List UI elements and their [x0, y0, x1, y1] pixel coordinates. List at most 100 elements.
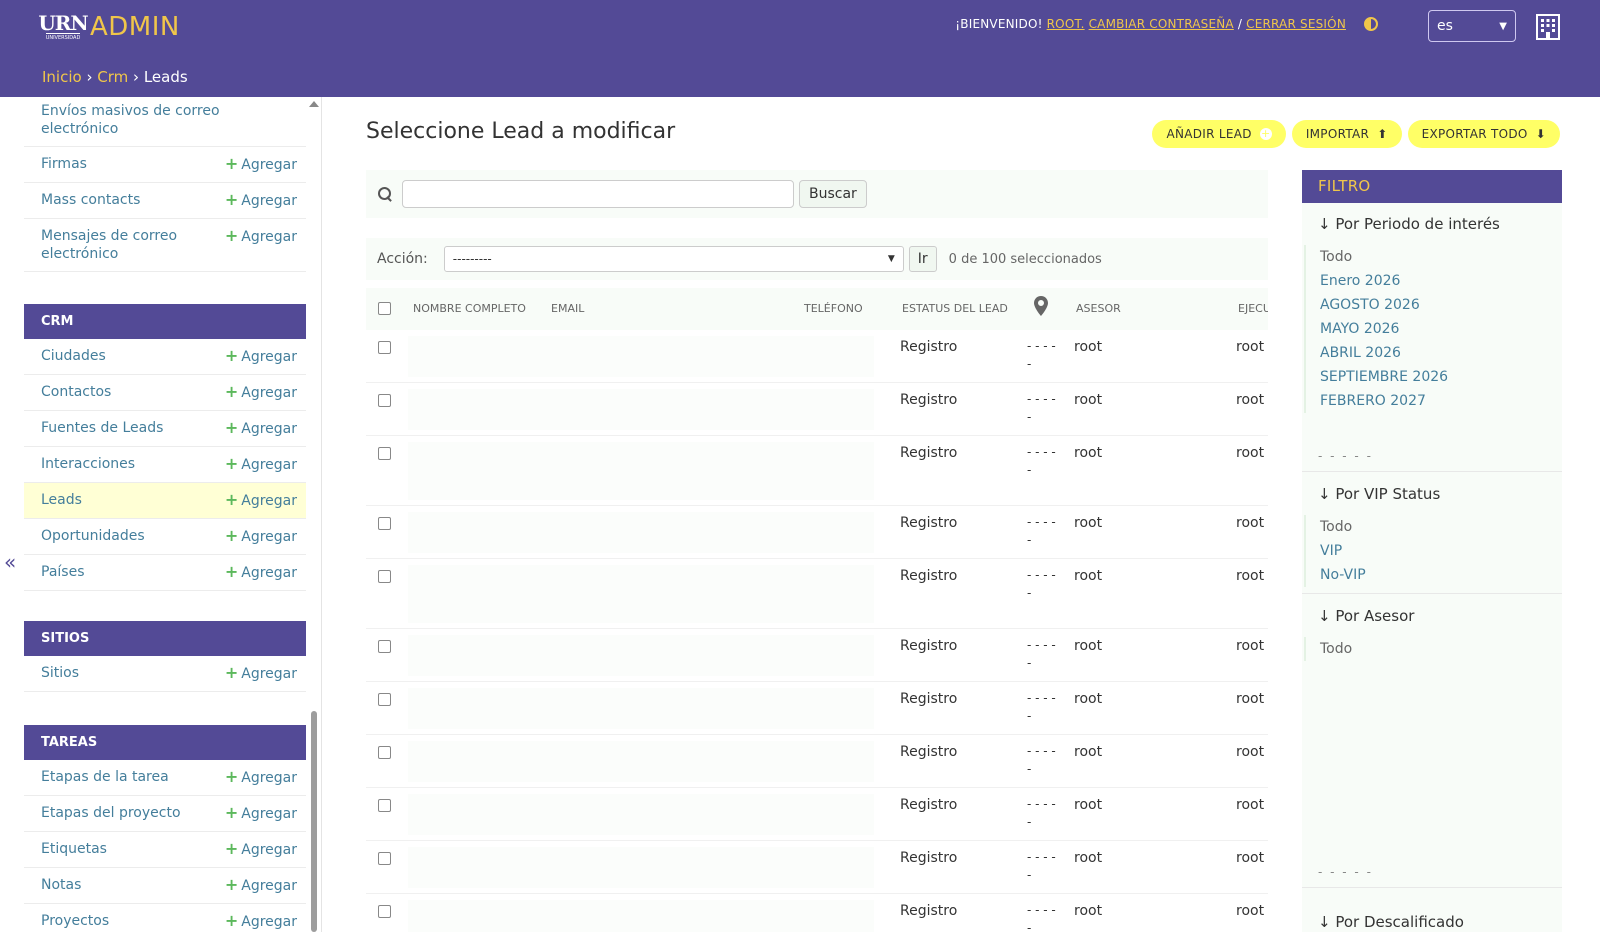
- add-link[interactable]: + Agregar: [225, 419, 297, 438]
- column-header-phone[interactable]: Teléfono: [804, 302, 863, 315]
- add-link[interactable]: + Agregar: [225, 455, 297, 474]
- column-header-advisor[interactable]: Asesor: [1076, 302, 1121, 315]
- filter-option[interactable]: ABRIL 2026: [1320, 341, 1448, 365]
- go-button[interactable]: Ir: [908, 246, 937, 272]
- sidebar-item-label[interactable]: Firmas: [41, 155, 87, 173]
- location-pin-icon[interactable]: [1034, 296, 1048, 316]
- column-header-exec[interactable]: EJECU: [1238, 302, 1268, 315]
- search-input[interactable]: [402, 180, 794, 208]
- table-row[interactable]: Registro - - - - - root root: [366, 506, 1268, 559]
- table-row[interactable]: Registro - - - - - root root: [366, 735, 1268, 788]
- row-checkbox[interactable]: [378, 570, 391, 583]
- language-select[interactable]: es ▼: [1428, 10, 1516, 42]
- add-link[interactable]: + Agregar: [225, 840, 297, 859]
- row-name-cell[interactable]: [408, 847, 874, 888]
- change-password-link[interactable]: Cambiar contraseña: [1089, 17, 1234, 31]
- filter-option[interactable]: Todo: [1320, 637, 1352, 661]
- sidebar-item-label[interactable]: Contactos: [41, 383, 111, 401]
- import-button[interactable]: Importar ⬆: [1291, 120, 1402, 148]
- add-link[interactable]: + Agregar: [225, 347, 297, 366]
- row-name-cell[interactable]: [408, 442, 874, 500]
- column-header-name[interactable]: Nombre completo: [413, 302, 526, 315]
- sidebar-item-firmas[interactable]: Firmas + Agregar: [24, 147, 306, 183]
- filter-option[interactable]: No-VIP: [1320, 563, 1366, 587]
- add-link[interactable]: + Agregar: [225, 383, 297, 402]
- row-name-cell[interactable]: [408, 512, 874, 553]
- sidebar-item-notas[interactable]: Notas + Agregar: [24, 868, 306, 904]
- add-link[interactable]: + Agregar: [225, 804, 297, 823]
- filter-option[interactable]: Enero 2026: [1320, 269, 1448, 293]
- sidebar-item-label[interactable]: Etapas del proyecto: [41, 804, 181, 822]
- column-header-status[interactable]: Estatus del lead: [902, 302, 1008, 315]
- filter-option[interactable]: FEBRERO 2027: [1320, 389, 1448, 413]
- sidebar-item-label[interactable]: Países: [41, 563, 84, 581]
- column-header-email[interactable]: Email: [551, 302, 584, 315]
- sidebar-item-interacciones[interactable]: Interacciones + Agregar: [24, 447, 306, 483]
- sidebar-item-label[interactable]: Envíos masivos de correo electrónico: [41, 102, 221, 138]
- sidebar-item-oportunidades[interactable]: Oportunidades + Agregar: [24, 519, 306, 555]
- add-link[interactable]: + Agregar: [225, 912, 297, 931]
- sidebar-item-envios-masivos[interactable]: Envíos masivos de correo electrónico: [24, 97, 306, 147]
- sidebar-item-label[interactable]: Mass contacts: [41, 191, 140, 209]
- table-row[interactable]: Registro - - - - - root root: [366, 788, 1268, 841]
- filter-option[interactable]: Todo: [1320, 515, 1366, 539]
- filter-heading-asesor[interactable]: ↓ Por Asesor: [1318, 607, 1414, 625]
- module-caption-crm[interactable]: CRM: [24, 304, 306, 339]
- sidebar-item-label[interactable]: Oportunidades: [41, 527, 145, 545]
- sidebar-item-label[interactable]: Mensajes de correo electrónico: [41, 227, 221, 263]
- add-link[interactable]: + Agregar: [225, 491, 297, 510]
- row-checkbox[interactable]: [378, 693, 391, 706]
- row-checkbox[interactable]: [378, 447, 391, 460]
- sidebar-item-fuentes[interactable]: Fuentes de Leads + Agregar: [24, 411, 306, 447]
- export-all-button[interactable]: Exportar todo ⬇: [1407, 120, 1560, 148]
- filter-heading-descalificado[interactable]: ↓ Por Descalificado: [1318, 913, 1464, 931]
- filter-option[interactable]: AGOSTO 2026: [1320, 293, 1448, 317]
- add-link[interactable]: + Agregar: [225, 527, 297, 546]
- sidebar-item-mensajes[interactable]: Mensajes de correo electrónico + Agregar: [24, 219, 306, 272]
- row-checkbox[interactable]: [378, 852, 391, 865]
- row-name-cell[interactable]: [408, 900, 874, 932]
- sidebar-item-etapas-tarea[interactable]: Etapas de la tarea + Agregar: [24, 760, 306, 796]
- add-link[interactable]: + Agregar: [225, 155, 297, 174]
- table-row[interactable]: Registro - - - - - root root: [366, 629, 1268, 682]
- filter-option[interactable]: - - - - -: [1318, 449, 1373, 463]
- table-row[interactable]: Registro - - - - - root root: [366, 682, 1268, 735]
- filter-option[interactable]: VIP: [1320, 539, 1366, 563]
- sidebar-item-label[interactable]: Leads: [41, 491, 82, 509]
- row-checkbox[interactable]: [378, 640, 391, 653]
- add-link[interactable]: + Agregar: [225, 227, 297, 246]
- sidebar-item-leads[interactable]: Leads + Agregar: [24, 483, 306, 519]
- table-row[interactable]: Registro - - - - - root root: [366, 436, 1268, 506]
- sidebar-item-label[interactable]: Proyectos: [41, 912, 109, 930]
- filter-option[interactable]: SEPTIEMBRE 2026: [1320, 365, 1448, 389]
- sidebar-item-label[interactable]: Notas: [41, 876, 81, 894]
- add-lead-button[interactable]: Añadir Lead +: [1152, 120, 1286, 148]
- table-row[interactable]: Registro - - - - - root root: [366, 841, 1268, 894]
- logout-link[interactable]: Cerrar sesión: [1246, 17, 1346, 31]
- module-caption-tareas[interactable]: TAREAS: [24, 725, 306, 760]
- sidebar-item-label[interactable]: Sitios: [41, 664, 79, 682]
- row-name-cell[interactable]: [408, 688, 874, 729]
- table-row[interactable]: Registro - - - - - root root: [366, 383, 1268, 436]
- row-name-cell[interactable]: [408, 741, 874, 782]
- sidebar-scrollbar[interactable]: [311, 711, 317, 932]
- sidebar-item-label[interactable]: Interacciones: [41, 455, 135, 473]
- sidebar-item-paises[interactable]: Países + Agregar: [24, 555, 306, 591]
- table-row[interactable]: Registro - - - - - root root: [366, 559, 1268, 629]
- sidebar-item-contactos[interactable]: Contactos + Agregar: [24, 375, 306, 411]
- row-checkbox[interactable]: [378, 746, 391, 759]
- building-icon[interactable]: [1533, 12, 1563, 42]
- row-checkbox[interactable]: [378, 517, 391, 530]
- action-select[interactable]: --------- ▼: [443, 246, 904, 272]
- row-name-cell[interactable]: [408, 389, 874, 430]
- user-name-link[interactable]: root.: [1047, 17, 1085, 31]
- sidebar-item-etiquetas[interactable]: Etiquetas + Agregar: [24, 832, 306, 868]
- table-row[interactable]: Registro - - - - - root root: [366, 330, 1268, 383]
- sidebar-item-mass-contacts[interactable]: Mass contacts + Agregar: [24, 183, 306, 219]
- filter-option[interactable]: MAYO 2026: [1320, 317, 1448, 341]
- sidebar-item-ciudades[interactable]: Ciudades + Agregar: [24, 339, 306, 375]
- table-row[interactable]: Registro - - - - - root root: [366, 894, 1268, 932]
- filter-heading-vip[interactable]: ↓ Por VIP Status: [1318, 485, 1440, 503]
- branding[interactable]: URN UNIVERSIDAD ADMIN: [38, 12, 180, 42]
- scroll-up-arrow-icon[interactable]: [309, 101, 319, 107]
